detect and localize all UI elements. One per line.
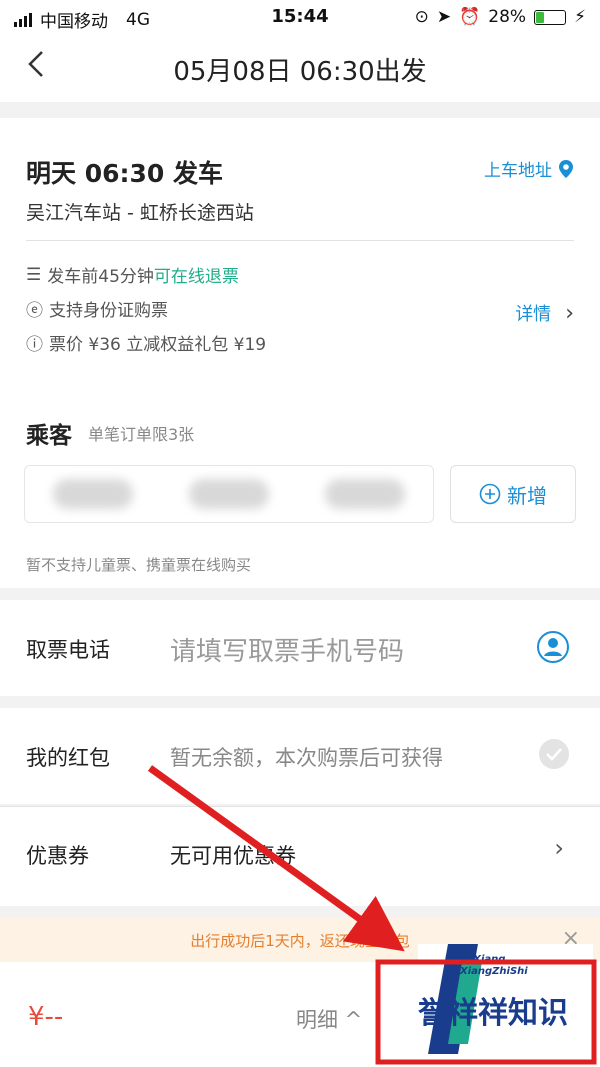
logo-latin-text: YuXiang XiangZhiShi <box>460 954 528 978</box>
contact-icon[interactable] <box>536 630 570 668</box>
divider <box>0 806 600 807</box>
details-label: 详情 <box>515 304 552 325</box>
refund-prefix: 发车前45分钟 <box>47 267 154 287</box>
red-packet-label: 我的红包 <box>26 746 110 770</box>
check-circle-icon[interactable] <box>538 738 570 774</box>
document-icon: ☰ <box>26 264 42 285</box>
price-info-text: 票价 ¥36 立减权益礼包 ¥19 <box>49 335 267 355</box>
pickup-phone-label: 取票电话 <box>26 638 110 662</box>
add-passenger-label: 新增 <box>507 483 547 508</box>
passenger-chip[interactable] <box>189 479 269 509</box>
child-ticket-note: 暂不支持儿童票、携童票在线购买 <box>26 556 252 574</box>
plus-circle-icon <box>479 483 501 505</box>
chevron-right-icon: › <box>565 300 574 326</box>
red-packet-row[interactable]: 我的红包 暂无余额，本次购票后可获得 <box>0 708 600 804</box>
battery-percent: 28% <box>488 7 527 27</box>
price-info: ⓘ 票价 ¥36 立减权益礼包 ¥19 <box>26 330 266 355</box>
watermark-logo: YuXiang XiangZhiShi 誉祥祥知识 <box>418 944 593 1054</box>
pickup-phone-input[interactable]: 请填写取票手机号码 <box>170 631 404 668</box>
divider <box>26 240 574 241</box>
price-detail-toggle[interactable]: 明细 ^ <box>296 1004 362 1034</box>
boarding-address-link[interactable]: 上车地址 <box>484 156 574 181</box>
nav-bar: 05月08日 06:30出发 <box>0 34 600 102</box>
refund-highlight: 可在线退票 <box>153 267 239 287</box>
coupon-value: 无可用优惠券 <box>170 844 296 868</box>
refund-info: ☰ 发车前45分钟 可在线退票 <box>26 262 239 288</box>
logo-latin-line2: XiangZhiShi <box>460 966 528 977</box>
rotation-lock-icon: ⊙ <box>414 7 429 27</box>
battery-fill <box>536 11 545 23</box>
details-link[interactable]: 详情 › <box>515 300 574 326</box>
trip-card: 明天 06:30 发车 吴江汽车站 - 虹桥长途西站 上车地址 ☰ 发车前45分… <box>0 118 600 588</box>
map-pin-icon <box>559 159 573 178</box>
route-stations: 吴江汽车站 - 虹桥长途西站 <box>26 202 254 224</box>
passenger-limit: 单笔订单限3张 <box>88 425 195 444</box>
alarm-icon: ⏰ <box>459 7 481 27</box>
coupon-label: 优惠券 <box>26 844 89 868</box>
id-card-icon: ⓔ <box>26 301 43 321</box>
info-icon: ⓘ <box>26 335 43 355</box>
logo-latin-line1: YuXiang <box>460 954 506 965</box>
battery-icon <box>534 9 567 25</box>
location-icon: ➤ <box>436 7 452 27</box>
status-bar: 中国移动 4G 15:44 ⊙ ➤ ⏰ 28% ⚡ <box>0 0 600 34</box>
pickup-phone-row: 取票电话 请填写取票手机号码 <box>0 600 600 696</box>
red-packet-value: 暂无余额，本次购票后可获得 <box>170 746 443 770</box>
add-passenger-button[interactable]: 新增 <box>450 465 576 523</box>
depart-time: 明天 06:30 发车 <box>26 159 223 188</box>
charging-icon: ⚡ <box>574 7 586 27</box>
passenger-title: 乘客 <box>26 423 72 449</box>
id-support-text: 支持身份证购票 <box>49 301 168 321</box>
coupon-row[interactable]: 优惠券 无可用优惠券 › <box>0 806 600 906</box>
status-right: ⊙ ➤ ⏰ 28% ⚡ <box>415 7 586 27</box>
logo-brand-text: 誉祥祥知识 <box>418 996 568 1031</box>
id-support-info: ⓔ 支持身份证购票 <box>26 296 168 321</box>
page-title: 05月08日 06:30出发 <box>173 57 427 87</box>
total-price: ¥-- <box>28 1002 64 1032</box>
chevron-right-icon: › <box>554 834 564 862</box>
passenger-list[interactable] <box>24 465 434 523</box>
passenger-chip[interactable] <box>325 479 405 509</box>
passenger-chip[interactable] <box>53 479 133 509</box>
boarding-address-label: 上车地址 <box>484 161 552 181</box>
